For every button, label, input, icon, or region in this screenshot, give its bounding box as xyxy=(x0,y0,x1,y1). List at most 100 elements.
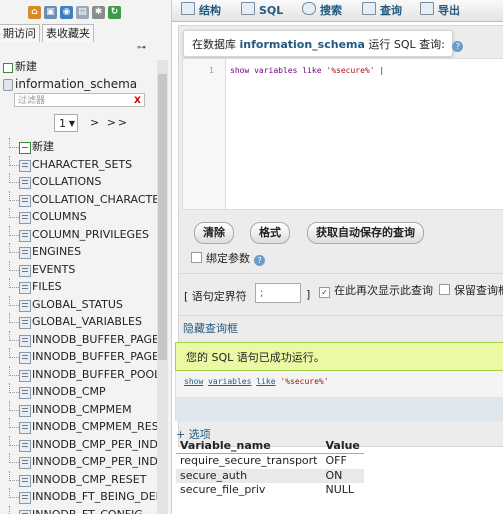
keep-query-label: 保留查询框 xyxy=(454,284,503,297)
table-icon[interactable] xyxy=(19,159,31,172)
tree-item-table[interactable]: INNODB_FT_CONFIG xyxy=(0,505,157,514)
reload-icon[interactable]: ↻ xyxy=(108,6,121,19)
filter-clear-button[interactable]: X xyxy=(134,94,141,108)
table-icon[interactable] xyxy=(19,194,31,207)
query-string: '%secure%' xyxy=(280,377,329,386)
tree-item-table[interactable]: CHARACTER_SETS xyxy=(0,155,157,174)
clear-button[interactable]: 清除 xyxy=(194,222,234,244)
delimiter-input[interactable]: ; xyxy=(255,283,301,303)
bind-parameters-checkbox[interactable] xyxy=(191,252,202,263)
table-icon[interactable] xyxy=(19,247,31,259)
page-select[interactable]: 1 ▼ xyxy=(54,114,78,132)
table-icon[interactable] xyxy=(19,422,31,434)
tree-item-table[interactable]: INNODB_CMPMEM xyxy=(0,400,157,419)
table-icon[interactable] xyxy=(19,439,31,452)
tab-search[interactable]: 搜索 xyxy=(302,0,342,21)
structure-icon xyxy=(181,2,195,15)
table-icon[interactable] xyxy=(19,229,31,242)
table-icon[interactable] xyxy=(19,404,31,417)
column-header-variable-name[interactable]: Variable_name xyxy=(176,439,322,454)
show-again-checkbox[interactable]: ✓ xyxy=(319,287,330,298)
query-keyword[interactable]: like xyxy=(256,377,275,386)
filter-input[interactable]: 过滤器 X xyxy=(14,93,145,107)
table-icon[interactable] xyxy=(19,369,31,382)
query-icon[interactable]: ◉ xyxy=(60,6,73,19)
tree-scrollbar[interactable] xyxy=(157,60,168,514)
query-keyword[interactable]: variables xyxy=(208,377,251,386)
tree-item-table[interactable]: FILES xyxy=(0,278,157,296)
help-icon[interactable]: ? xyxy=(254,255,265,266)
tree-item-table[interactable]: INNODB_BUFFER_POOL_ xyxy=(0,365,166,384)
tree-item-table[interactable]: INNODB_CMP_RESET xyxy=(0,470,157,489)
get-autosaved-query-button[interactable]: 获取自动保存的查询 xyxy=(307,222,424,244)
keep-query-option[interactable]: 保留查询框 xyxy=(439,282,503,298)
query-keyword[interactable]: show xyxy=(184,377,203,386)
tree-item-table[interactable]: COLLATIONS xyxy=(0,173,157,191)
gear-icon[interactable]: ✱ xyxy=(92,6,105,19)
tree-item-table[interactable]: EVENTS xyxy=(0,260,157,279)
tree-item-table[interactable]: INNODB_BUFFER_PAGE_ xyxy=(0,348,164,366)
table-icon[interactable] xyxy=(19,387,31,399)
tree-item-table[interactable]: INNODB_CMP xyxy=(0,383,157,401)
table-icon[interactable] xyxy=(19,177,31,189)
keep-query-checkbox[interactable] xyxy=(439,284,450,295)
table-icon[interactable] xyxy=(19,492,31,504)
table-icon[interactable] xyxy=(19,474,31,487)
tree-item-table[interactable]: GLOBAL_STATUS xyxy=(0,295,157,314)
tree-item-label: INNODB_CMP_PER_INDE xyxy=(32,455,165,468)
tree-item-table[interactable]: COLUMN_PRIVILEGES xyxy=(0,225,157,244)
tab-label: 导出 xyxy=(438,4,460,17)
page-next-links[interactable]: > >> xyxy=(90,116,129,129)
executed-query-box: show variables like '%secure%' xyxy=(175,371,503,421)
tree-item-label: INNODB_FT_CONFIG xyxy=(32,507,143,514)
show-again-option[interactable]: ✓ 在此再次显示此查询 xyxy=(319,282,433,298)
tab-favorites[interactable]: 表收藏夹 xyxy=(42,24,94,42)
cell-value: ON xyxy=(321,468,364,483)
table-icon[interactable] xyxy=(19,317,31,329)
scrollbar-thumb[interactable] xyxy=(158,74,167,360)
docs-icon[interactable]: ▤ xyxy=(76,6,89,19)
table-icon[interactable] xyxy=(19,264,31,277)
main-content: 结构 SQL 搜索 查询 导出 在数据库 information_schema … xyxy=(172,0,503,514)
tab-structure[interactable]: 结构 xyxy=(181,0,221,21)
bind-parameters-option[interactable]: 绑定参数? xyxy=(191,250,265,266)
tree-connector xyxy=(9,225,19,236)
hide-query-box-link[interactable]: 隐藏查询框 xyxy=(183,320,238,336)
tree-item-new-db[interactable]: 新建 xyxy=(0,59,171,75)
tree-item-information-schema[interactable]: information_schema xyxy=(0,76,171,92)
code-keyword: variables xyxy=(254,66,298,75)
table-icon[interactable] xyxy=(19,282,31,294)
tree-item-new-table[interactable]: 新建 xyxy=(0,138,157,156)
tree-item-table[interactable]: INNODB_CMP_PER_INDE xyxy=(0,453,165,471)
sql-editor[interactable]: 1 show variables like '%secure%' | xyxy=(182,58,503,210)
tree-item-table[interactable]: GLOBAL_VARIABLES xyxy=(0,313,157,331)
tab-recent[interactable]: 期访问 xyxy=(0,24,40,42)
table-icon[interactable] xyxy=(19,299,31,312)
tab-query[interactable]: 查询 xyxy=(362,0,402,21)
code-keyword: like xyxy=(302,66,322,75)
home-icon[interactable]: ⌂ xyxy=(28,6,41,19)
collapse-all-link[interactable]: ⊶ xyxy=(137,44,151,53)
column-header-value[interactable]: Value xyxy=(321,439,364,454)
tree-item-table[interactable]: INNODB_BUFFER_PAGE xyxy=(0,330,159,349)
table-icon[interactable] xyxy=(19,352,31,364)
table-icon[interactable] xyxy=(19,212,31,224)
table-icon[interactable] xyxy=(19,457,31,469)
tree-item-table[interactable]: INNODB_CMPMEM_RESI xyxy=(0,418,162,436)
tab-export[interactable]: 导出 xyxy=(420,0,460,21)
help-icon[interactable]: ? xyxy=(452,41,464,52)
format-button[interactable]: 格式 xyxy=(250,222,290,244)
tree-item-table[interactable]: INNODB_CMP_PER_INDE xyxy=(0,435,165,454)
new-db-icon xyxy=(3,63,13,73)
logout-icon[interactable]: ▣ xyxy=(44,6,57,19)
table-icon[interactable] xyxy=(19,334,31,347)
new-table-icon[interactable] xyxy=(19,142,31,154)
tree-item-table[interactable]: ENGINES xyxy=(0,243,157,261)
table-icon[interactable] xyxy=(19,509,31,514)
tree-item-table[interactable]: COLLATION_CHARACTER xyxy=(0,190,167,209)
sql-code[interactable]: show variables like '%secure%' | xyxy=(230,66,384,75)
tab-sql[interactable]: SQL xyxy=(241,0,283,21)
tree-item-table[interactable]: COLUMNS xyxy=(0,208,157,226)
tree-item-label: COLLATION_CHARACTER xyxy=(32,192,167,206)
tree-item-table[interactable]: INNODB_FT_BEING_DELE xyxy=(0,488,169,506)
